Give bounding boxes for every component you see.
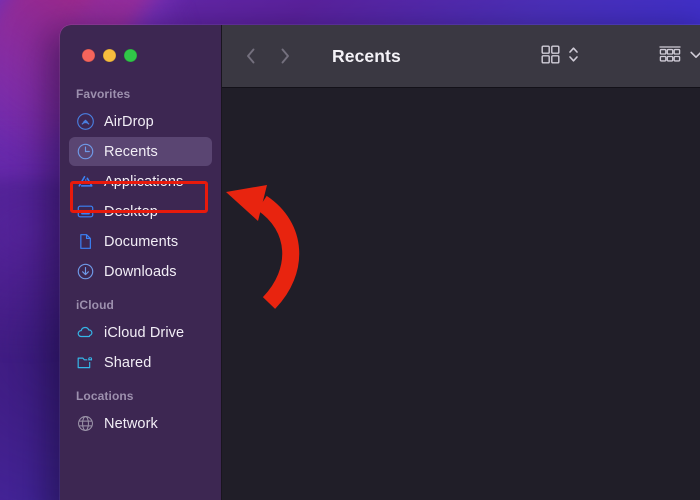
sidebar-group-icloud: iCloud iCloud Drive xyxy=(60,298,221,377)
sidebar-item-applications[interactable]: Applications xyxy=(69,167,212,196)
sidebar-group-favorites: Favorites AirDrop xyxy=(60,87,221,286)
window-controls xyxy=(82,49,137,62)
group-by-button[interactable] xyxy=(658,44,700,70)
icon-view-grid-icon xyxy=(540,44,561,70)
back-chevron-icon[interactable] xyxy=(244,45,258,67)
file-list-content-area[interactable] xyxy=(222,88,700,500)
forward-chevron-icon[interactable] xyxy=(278,45,292,67)
sidebar-item-shared[interactable]: Shared xyxy=(69,348,212,377)
view-options-button[interactable] xyxy=(540,44,580,70)
clock-icon xyxy=(76,142,95,161)
close-button[interactable] xyxy=(82,49,95,62)
sidebar-item-icloud-drive[interactable]: iCloud Drive xyxy=(69,318,212,347)
sidebar-item-desktop[interactable]: Desktop xyxy=(69,197,212,226)
sidebar-item-label: Downloads xyxy=(104,264,177,280)
sidebar-item-label: iCloud Drive xyxy=(104,325,184,341)
airdrop-icon xyxy=(76,112,95,131)
page-title: Recents xyxy=(332,46,401,67)
sidebar-group-title: Locations xyxy=(60,389,221,409)
desktop-icon xyxy=(76,202,95,221)
downloads-icon xyxy=(76,262,95,281)
zoom-button[interactable] xyxy=(124,49,137,62)
sidebar-item-label: AirDrop xyxy=(104,114,154,130)
sidebar-item-downloads[interactable]: Downloads xyxy=(69,257,212,286)
appstore-icon xyxy=(76,172,95,191)
minimize-button[interactable] xyxy=(103,49,116,62)
sidebar-item-recents[interactable]: Recents xyxy=(69,137,212,166)
cloud-icon xyxy=(76,323,95,342)
finder-sidebar: Favorites AirDrop xyxy=(60,25,222,500)
sidebar-group-title: Favorites xyxy=(60,87,221,107)
sidebar-item-label: Network xyxy=(104,416,158,432)
finder-window: Favorites AirDrop xyxy=(60,25,700,500)
document-icon xyxy=(76,232,95,251)
sidebar-item-documents[interactable]: Documents xyxy=(69,227,212,256)
sidebar-item-label: Desktop xyxy=(104,204,158,220)
toolbar-right-controls xyxy=(540,25,700,88)
chevron-up-down-icon[interactable] xyxy=(567,44,580,70)
sidebar-group-title: iCloud xyxy=(60,298,221,318)
globe-icon xyxy=(76,414,95,433)
sidebar-item-airdrop[interactable]: AirDrop xyxy=(69,107,212,136)
sidebar-item-label: Documents xyxy=(104,234,178,250)
shared-folder-icon xyxy=(76,353,95,372)
desktop-wallpaper: Favorites AirDrop xyxy=(0,0,700,500)
finder-main-pane: Recents xyxy=(222,25,700,500)
sidebar-group-locations: Locations Network xyxy=(60,389,221,438)
sidebar-item-label: Applications xyxy=(104,174,183,190)
group-rows-icon xyxy=(658,44,682,70)
sidebar-item-network[interactable]: Network xyxy=(69,409,212,438)
chevron-down-icon[interactable] xyxy=(688,44,700,70)
sidebar-item-label: Recents xyxy=(104,144,158,160)
finder-toolbar: Recents xyxy=(222,25,700,88)
sidebar-item-label: Shared xyxy=(104,355,151,371)
navigation-buttons xyxy=(244,45,292,67)
sidebar-scroll-area[interactable]: Favorites AirDrop xyxy=(60,25,221,438)
